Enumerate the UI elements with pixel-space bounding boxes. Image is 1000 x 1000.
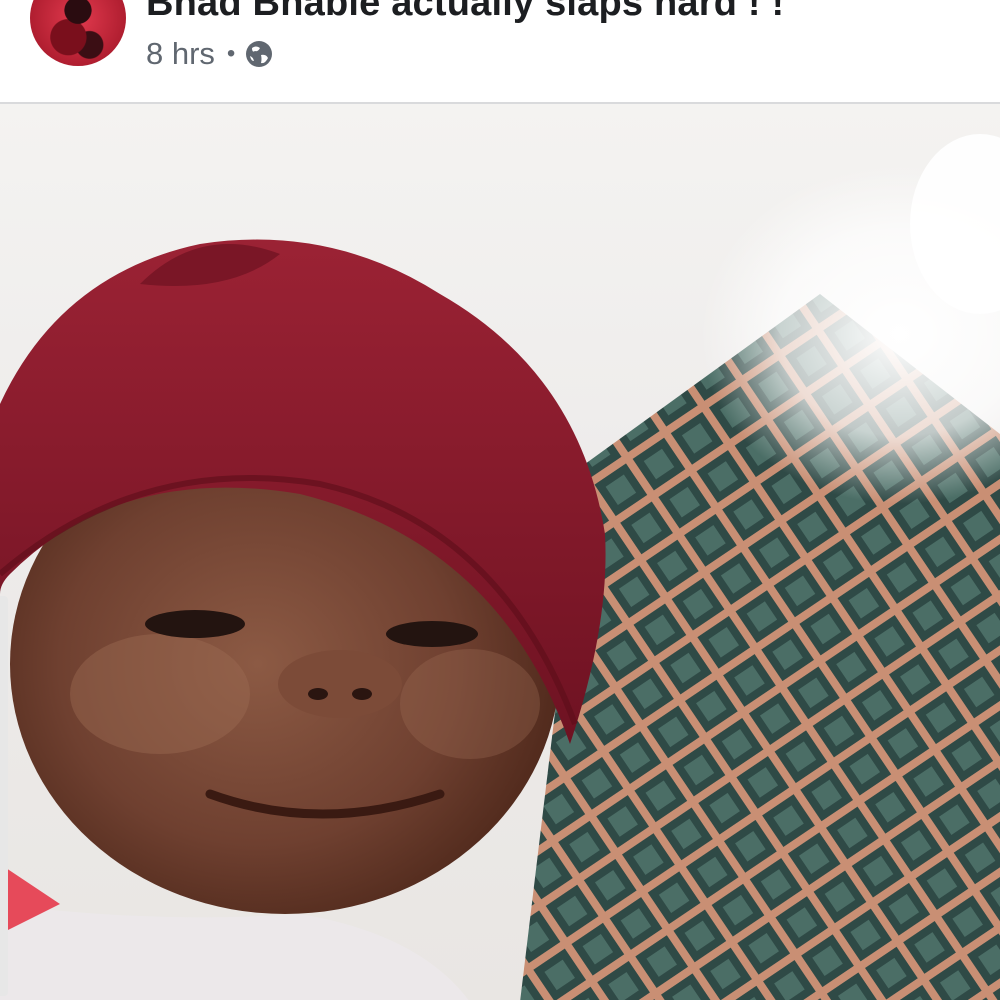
- right-eye: [386, 621, 478, 647]
- photo-illustration: [0, 134, 1000, 1000]
- scroll-handle[interactable]: [0, 596, 8, 996]
- nose: [278, 650, 402, 718]
- post-meta: 8 hrs •: [146, 34, 274, 74]
- post-time[interactable]: 8 hrs: [146, 36, 215, 72]
- meta-separator: •: [226, 40, 236, 67]
- author-avatar[interactable]: [30, 0, 126, 66]
- post-author-text[interactable]: Bhad Bhabie actually slaps hard ! !: [146, 0, 784, 25]
- post-photo[interactable]: [0, 102, 1000, 1000]
- left-eye: [145, 610, 245, 638]
- post-header: Bhad Bhabie actually slaps hard ! ! 8 hr…: [0, 0, 1000, 100]
- globe-icon[interactable]: [244, 39, 274, 69]
- baby-clothing: [0, 904, 469, 1000]
